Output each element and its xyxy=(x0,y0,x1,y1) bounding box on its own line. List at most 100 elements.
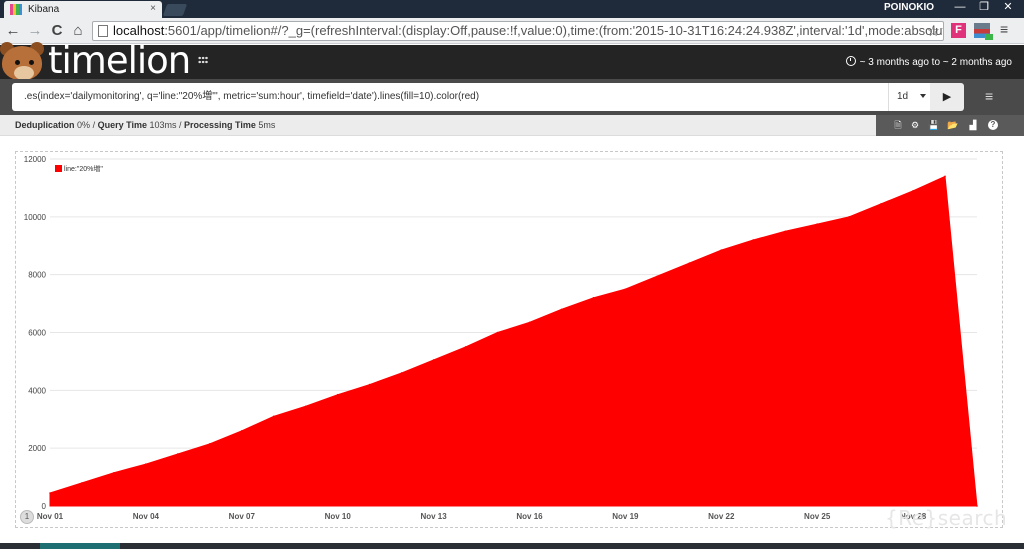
data-point[interactable] xyxy=(784,230,787,233)
timelion-logo[interactable]: timelion xyxy=(0,42,191,80)
interval-select[interactable]: 1d xyxy=(888,83,930,111)
data-point[interactable] xyxy=(272,415,275,418)
data-point[interactable] xyxy=(464,346,467,348)
browser-user-name[interactable]: POINOKIO xyxy=(884,2,934,13)
timeseries-chart[interactable]: 0 2000 4000 6000 8000 10000 12000 Nov 01 Nov 04 N… xyxy=(16,152,1004,529)
data-point[interactable] xyxy=(432,359,435,361)
x-tick-label: Nov 10 xyxy=(325,512,352,521)
stats-separator: / xyxy=(92,120,96,130)
bookmark-star-icon[interactable]: ☆ xyxy=(927,22,940,40)
data-point[interactable] xyxy=(592,297,595,299)
browser-menu-icon[interactable]: ≡ xyxy=(1000,21,1008,37)
y-tick-label: 8000 xyxy=(28,271,46,280)
stats-separator: / xyxy=(179,120,182,130)
logo-text: timelion xyxy=(48,39,191,82)
data-point[interactable] xyxy=(145,463,147,465)
chart-icon[interactable]: ▟ xyxy=(967,120,979,131)
bear-eye xyxy=(29,60,34,65)
address-bar[interactable]: localhost:5601/app/timelion#/?_g=(refres… xyxy=(92,21,944,41)
panel-index-badge[interactable]: 1 xyxy=(20,510,34,524)
data-point[interactable] xyxy=(688,262,691,264)
extension-badge-icon xyxy=(985,34,993,40)
caret-down-icon xyxy=(920,94,926,98)
data-point[interactable] xyxy=(304,405,307,408)
processing-time-label: Processing Time xyxy=(184,120,256,130)
processing-time-value: 5ms xyxy=(258,120,276,130)
restore-window-button[interactable]: ❐ xyxy=(972,0,996,16)
x-tick-label: Nov 19 xyxy=(612,512,639,521)
chart-panel[interactable]: 0 2000 4000 6000 8000 10000 12000 Nov 01 Nov 04 N… xyxy=(15,151,1003,528)
data-point[interactable] xyxy=(816,223,818,225)
data-point[interactable] xyxy=(752,239,755,241)
y-tick-label: 0 xyxy=(42,502,47,511)
kibana-favicon-icon xyxy=(10,4,22,15)
minimize-window-button[interactable]: — xyxy=(948,0,972,16)
data-point[interactable] xyxy=(528,321,531,324)
data-point[interactable] xyxy=(240,430,243,432)
close-window-button[interactable]: ✕ xyxy=(996,0,1020,16)
open-folder-icon[interactable]: 📂 xyxy=(947,120,959,131)
series-area[interactable] xyxy=(49,175,978,507)
time-range-picker[interactable]: ~ 3 months ago to ~ 2 months ago xyxy=(845,56,1012,68)
legend-label: line:"20%増" xyxy=(64,164,103,173)
data-point[interactable] xyxy=(368,383,371,386)
data-point[interactable] xyxy=(177,453,179,455)
legend-swatch xyxy=(55,165,62,172)
page-icon xyxy=(98,25,108,37)
extension-icon[interactable]: F xyxy=(951,23,966,38)
time-range-text: ~ 3 months ago to ~ 2 months ago xyxy=(859,57,1012,68)
bear-eye xyxy=(15,60,20,65)
data-point[interactable] xyxy=(720,249,723,251)
forward-arrow-icon[interactable]: → xyxy=(26,22,44,39)
extension-monitor-icon[interactable] xyxy=(974,23,993,40)
x-tick-label: Nov 22 xyxy=(708,512,735,521)
data-point[interactable] xyxy=(81,482,83,484)
clock-icon xyxy=(845,56,856,66)
data-point[interactable] xyxy=(880,203,882,205)
url-host: localhost xyxy=(113,23,165,38)
browser-tab[interactable]: Kibana × xyxy=(4,1,162,18)
home-icon[interactable]: ⌂ xyxy=(69,22,87,39)
data-point[interactable] xyxy=(944,175,946,178)
x-tick-label: Nov 16 xyxy=(516,512,543,521)
x-tick-label: Nov 07 xyxy=(229,512,256,521)
x-tick-label: Nov 13 xyxy=(420,512,447,521)
query-time-value: 103ms xyxy=(149,120,177,130)
settings-gear-icon[interactable]: ⚙ xyxy=(909,120,921,131)
data-point[interactable] xyxy=(209,443,211,445)
data-point[interactable] xyxy=(113,471,115,474)
data-point[interactable] xyxy=(496,331,499,334)
run-button[interactable]: ▶ xyxy=(930,83,964,111)
x-tick-label: Nov 25 xyxy=(804,512,831,521)
data-point[interactable] xyxy=(656,275,659,277)
data-point[interactable] xyxy=(400,372,403,374)
expression-input[interactable]: .es(index='dailymonitoring', q='line:"20… xyxy=(12,83,888,111)
dedup-label: Deduplication xyxy=(15,120,75,130)
close-tab-icon[interactable]: × xyxy=(150,3,156,14)
help-icon[interactable]: ? xyxy=(988,120,998,130)
data-point[interactable] xyxy=(49,492,51,494)
interval-value: 1d xyxy=(897,91,909,102)
data-point[interactable] xyxy=(912,190,914,192)
save-icon[interactable]: 💾 xyxy=(928,120,940,131)
app-switcher-grid-icon[interactable] xyxy=(198,56,208,64)
data-point[interactable] xyxy=(624,288,627,290)
tab-title: Kibana xyxy=(28,4,60,15)
data-point[interactable] xyxy=(336,393,339,396)
options-menu-icon[interactable]: ≡ xyxy=(985,88,993,104)
new-sheet-icon[interactable]: 🗎 xyxy=(892,120,904,131)
data-point[interactable] xyxy=(560,308,563,311)
query-time-label: Query Time xyxy=(97,120,147,130)
x-tick-label: Nov 04 xyxy=(133,512,160,521)
taskbar-strip xyxy=(0,543,1024,549)
y-tick-label: 6000 xyxy=(28,329,46,338)
y-tick-label: 12000 xyxy=(24,155,47,164)
url-path: :5601/app/timelion#/?_g=(refreshInterval… xyxy=(164,23,944,38)
bear-snout xyxy=(14,66,34,80)
back-arrow-icon[interactable]: ← xyxy=(4,22,22,39)
watermark: {Re}search xyxy=(885,506,1008,530)
play-icon: ▶ xyxy=(942,91,952,103)
reload-icon[interactable]: C xyxy=(48,22,66,39)
data-point[interactable] xyxy=(848,216,850,218)
bear-logo-icon xyxy=(2,46,42,80)
